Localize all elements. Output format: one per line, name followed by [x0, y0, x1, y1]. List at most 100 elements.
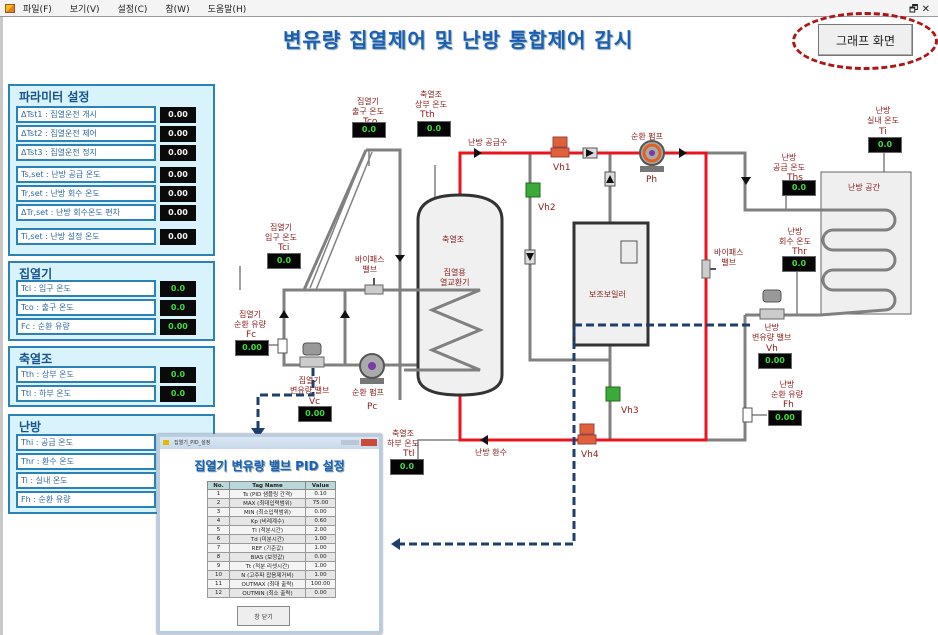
fc-label: 집열기 순환 유량	[234, 310, 266, 329]
tank-label: 축열조	[442, 235, 465, 244]
bypass-valve-1-icon	[364, 278, 384, 295]
dialog-min-max-buttons[interactable]	[341, 440, 359, 445]
table-row: 4 Kp (비례계수) 0.60	[207, 516, 336, 526]
arrow-icon	[391, 538, 400, 550]
pipe-heating-return-vert	[706, 315, 747, 442]
ti-label: 난방 실내 온도	[867, 106, 899, 125]
valve-vh4-icon	[577, 423, 597, 445]
heat-exchanger-label: 집열용 열교환기	[440, 268, 470, 287]
valve-vh1-icon	[550, 136, 570, 158]
room-label: 난방 공간	[848, 183, 880, 192]
tco-display: 0.0	[352, 122, 386, 138]
row-no: 6	[207, 534, 230, 544]
arrow-icon	[340, 310, 350, 318]
row-no: 12	[207, 588, 230, 598]
row-tag-name: MIN (최소입력범위)	[229, 507, 306, 517]
row-value[interactable]: 75.00	[305, 498, 336, 508]
valve-vh3-icon	[605, 386, 621, 402]
row-value[interactable]: 0.00	[305, 588, 336, 598]
ti-tag: Ti	[879, 127, 887, 137]
vh-label: 난방 변유량 밸브	[752, 323, 792, 342]
heating-room	[820, 171, 912, 315]
check-valve-icon	[582, 147, 598, 159]
dialog-window-title: 집열기_PID_설정	[174, 440, 211, 446]
row-tag-name: Td (미분시간)	[229, 534, 306, 544]
row-no: 1	[207, 489, 230, 499]
close-window-button[interactable]: 창 닫기	[237, 606, 290, 626]
fh-tag: Fh	[783, 400, 794, 410]
tci-tag: Tci	[278, 243, 290, 253]
vh1-label: Vh1	[553, 163, 571, 173]
boiler-panel	[620, 240, 638, 264]
row-value[interactable]: 100.00	[305, 579, 336, 589]
arrow-icon	[480, 435, 488, 445]
row-value[interactable]: 0.60	[305, 516, 336, 526]
col-no: No.	[207, 481, 230, 490]
ths-display: 0.0	[782, 180, 816, 196]
boiler-label: 보조보일러	[589, 290, 626, 299]
tth-tag: Tth	[420, 110, 435, 120]
return-label: 난방 환수	[475, 448, 507, 457]
row-no: 8	[207, 552, 230, 562]
pump-ph-icon	[639, 140, 665, 172]
row-no: 9	[207, 561, 230, 571]
row-tag-name: REF (기준값)	[229, 543, 306, 553]
table-row: 1 Ts (PID 샘플링 간격) 0.10	[207, 489, 336, 499]
supply-label: 난방 공급수	[468, 138, 508, 147]
table-row: 11 OUTMAX (최대 출력) 100.00	[207, 579, 336, 589]
thr-label: 난방 회수 온도	[779, 227, 811, 246]
arrow-icon	[741, 177, 751, 185]
row-value[interactable]: 1.00	[305, 570, 336, 580]
ph-label: 순환 펌프	[631, 132, 663, 141]
row-tag-name: N (고주파 잡음제거비)	[229, 570, 306, 580]
process-diagram	[239, 136, 912, 550]
col-value: Value	[305, 481, 336, 490]
dialog-titlebar[interactable]: 집열기_PID_설정	[160, 437, 379, 449]
table-row: 10 N (고주파 잡음제거비) 1.00	[207, 570, 336, 580]
table-row: 8 BIAS (보정값) 0.00	[207, 552, 336, 562]
pump-pc-icon	[359, 353, 385, 384]
vh-display: 0.00	[758, 353, 792, 369]
row-value[interactable]: 1.00	[305, 543, 336, 553]
dialog-close-icon[interactable]	[361, 439, 377, 446]
row-value[interactable]: 0.10	[305, 489, 336, 499]
pc-tag: Pc	[367, 402, 378, 412]
tth-display: 0.0	[417, 121, 451, 137]
vh2-label: Vh2	[538, 203, 556, 213]
row-no: 3	[207, 507, 230, 517]
row-no: 2	[207, 498, 230, 508]
row-tag-name: BIAS (보정값)	[229, 552, 306, 562]
table-row: 6 Td (미분시간) 1.00	[207, 534, 336, 544]
row-tag-name: Kp (비례계수)	[229, 516, 306, 526]
flow-meter-fh-icon	[742, 407, 753, 423]
storage-tank	[416, 193, 504, 397]
valve-vh2-icon	[525, 182, 541, 198]
row-tag-name: OUTMIN (최소 출력)	[229, 588, 306, 598]
arrow-icon	[679, 148, 687, 158]
ttl-display: 0.0	[390, 459, 424, 475]
row-value[interactable]: 0.00	[305, 552, 336, 562]
row-value[interactable]: 0.00	[305, 507, 336, 517]
pc-label: 순환 펌프	[352, 388, 384, 397]
control-valve-vc-icon	[299, 342, 325, 368]
row-value[interactable]: 1.00	[305, 561, 336, 571]
check-valve-icon	[524, 249, 536, 265]
tco-label: 집열기 출구 온도	[352, 97, 384, 116]
dialog-heading: 집열기 변유량 밸브 PID 설정	[194, 459, 345, 473]
ph-tag: Ph	[646, 175, 658, 185]
arrow-icon	[279, 310, 289, 318]
tci-label: 집열기 입구 온도	[265, 223, 297, 242]
vh4-label: Vh4	[581, 450, 599, 460]
ttl-label: 축열조 하부 온도	[387, 429, 419, 448]
row-no: 10	[207, 570, 230, 580]
row-tag-name: Ti (적분시간)	[229, 525, 306, 535]
arrow-icon	[395, 255, 405, 262]
row-value[interactable]: 1.00	[305, 534, 336, 544]
table-row: 7 REF (기준값) 1.00	[207, 543, 336, 553]
col-tag-name: Tag Name	[229, 481, 306, 490]
check-valve-icon	[604, 171, 616, 187]
row-value[interactable]: 2.00	[305, 525, 336, 535]
bypass-valve-1-label: 바이패스 밸브	[355, 255, 385, 274]
pid-settings-dialog: 집열기_PID_설정 집열기 변유량 밸브 PID 설정 No. Tag Nam…	[157, 434, 382, 634]
row-tag-name: MAX (최대입력범위)	[229, 498, 306, 508]
